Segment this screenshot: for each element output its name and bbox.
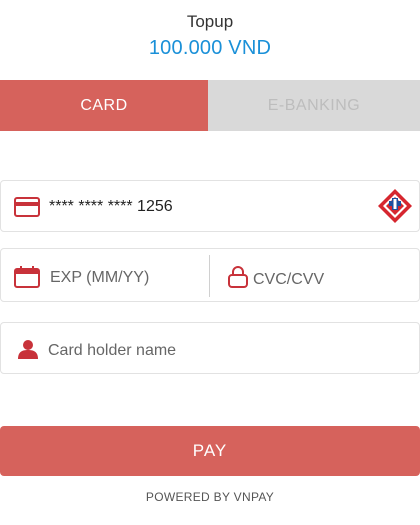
payment-tabs: CARD E-BANKING (0, 80, 420, 131)
expiry-field[interactable]: EXP (MM/YY) (1, 249, 209, 301)
card-holder-placeholder: Card holder name (48, 342, 177, 359)
powered-by-text: POWERED BY VNPAY (145, 490, 275, 504)
expiry-placeholder: EXP (MM/YY) (50, 269, 150, 286)
bank-logo-icon (377, 188, 413, 229)
lock-icon (228, 266, 248, 293)
cvc-placeholder: CVC/CVV (253, 271, 325, 288)
amount-display: 100.000 VND (148, 37, 272, 59)
card-number-field[interactable]: **** **** **** 1256 (0, 180, 420, 232)
tab-card[interactable]: CARD (0, 80, 208, 131)
expiry-cvc-field-group: EXP (MM/YY) CVC/CVV (0, 248, 420, 302)
cvc-field[interactable]: CVC/CVV (210, 249, 420, 301)
card-holder-field[interactable]: Card holder name (0, 322, 420, 374)
page-title: Topup (186, 12, 234, 31)
calendar-icon (14, 266, 40, 293)
card-number-value: **** **** **** 1256 (49, 198, 173, 215)
tab-e-banking[interactable]: E-BANKING (208, 80, 420, 131)
credit-card-icon (14, 197, 40, 222)
payment-header: Topup 100.000 VND (0, 0, 420, 78)
pay-button[interactable]: PAY (0, 426, 420, 476)
user-icon (17, 339, 39, 364)
